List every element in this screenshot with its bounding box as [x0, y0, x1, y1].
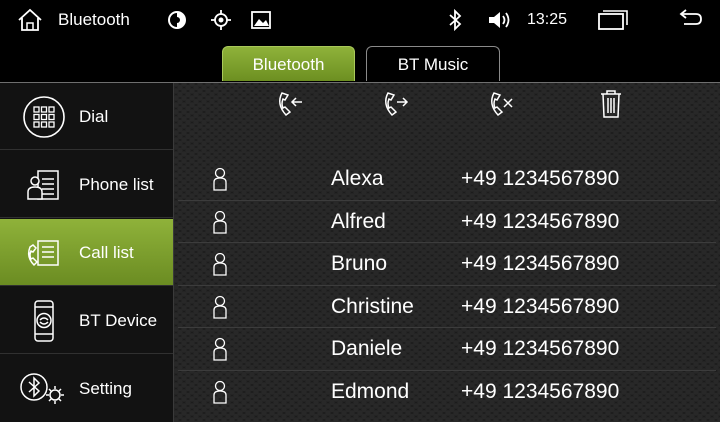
- bt-device-icon: [20, 297, 68, 345]
- contact-number: +49 1234567890: [461, 167, 620, 190]
- tab-bt-music[interactable]: BT Music: [366, 46, 500, 81]
- sidebar-item-label: Phone list: [79, 175, 154, 194]
- tab-bluetooth[interactable]: Bluetooth: [222, 46, 355, 81]
- tab-bar: Bluetooth BT Music: [0, 40, 720, 83]
- contact-name: Alexa: [331, 167, 384, 190]
- sidebar-item-dial[interactable]: Dial: [0, 83, 173, 150]
- clock: 13:25: [527, 11, 568, 28]
- bluetooth-icon: [446, 8, 464, 32]
- sidebar-item-bt-device[interactable]: BT Device: [0, 287, 173, 354]
- list-item[interactable]: Alexa +49 1234567890: [178, 158, 716, 201]
- sidebar-item-label: Setting: [79, 379, 132, 398]
- contact-number: +49 1234567890: [461, 294, 620, 318]
- recent-apps-icon[interactable]: [596, 8, 630, 32]
- call-list: Alexa +49 1234567890 Alfred +49 12345678…: [178, 158, 716, 414]
- contact-name: Daniele: [331, 337, 403, 361]
- brightness-icon[interactable]: [166, 9, 188, 31]
- trash-icon[interactable]: [594, 87, 628, 121]
- missed-call-icon[interactable]: [485, 87, 519, 121]
- contact-icon: [213, 210, 227, 234]
- contact-icon: [213, 167, 227, 191]
- volume-icon[interactable]: [486, 8, 514, 32]
- gps-icon[interactable]: [210, 9, 232, 31]
- home-icon[interactable]: [16, 8, 44, 32]
- contact-number: +49 1234567890: [461, 252, 620, 276]
- sidebar-item-label: Call list: [79, 243, 134, 262]
- gallery-icon[interactable]: [250, 9, 272, 31]
- contact-number: +49 1234567890: [461, 337, 620, 361]
- sidebar-item-call-list[interactable]: Call list: [0, 219, 173, 286]
- contact-name: Alfred: [331, 209, 386, 233]
- incoming-call-icon[interactable]: [273, 87, 307, 121]
- back-icon[interactable]: [674, 8, 704, 32]
- dialpad-icon: [20, 93, 68, 141]
- list-item[interactable]: Edmond +49 1234567890: [178, 371, 716, 414]
- contact-icon: [213, 253, 227, 276]
- contact-name: Christine: [331, 294, 414, 318]
- bt-settings-icon: [18, 365, 70, 413]
- sidebar-item-label: Dial: [79, 107, 109, 126]
- call-list-icon: [20, 229, 68, 277]
- list-item[interactable]: Alfred +49 1234567890: [178, 201, 716, 244]
- contact-icon: [213, 295, 227, 319]
- sidebar-item-label: BT Device: [79, 311, 158, 330]
- phonebook-icon: [20, 161, 68, 209]
- sidebar: Dial Phone list Call list BT Device Sett…: [0, 83, 174, 422]
- outgoing-call-icon[interactable]: [379, 87, 413, 121]
- sidebar-item-setting[interactable]: Setting: [0, 355, 173, 422]
- status-bar: Bluetooth 13:25: [0, 0, 720, 40]
- contact-name: Edmond: [331, 379, 410, 403]
- call-filter-toolbar: [174, 83, 720, 123]
- contact-icon: [213, 380, 227, 404]
- list-item[interactable]: Bruno +49 1234567890: [178, 243, 716, 286]
- contact-icon: [213, 338, 227, 362]
- list-item[interactable]: Christine +49 1234567890: [178, 286, 716, 329]
- contact-name: Bruno: [331, 252, 388, 276]
- sidebar-item-phone-list[interactable]: Phone list: [0, 151, 173, 218]
- window-title: Bluetooth: [58, 10, 130, 29]
- contact-number: +49 1234567890: [461, 209, 620, 233]
- list-item[interactable]: Daniele +49 1234567890: [178, 328, 716, 371]
- contact-number: +49 1234567890: [461, 379, 620, 403]
